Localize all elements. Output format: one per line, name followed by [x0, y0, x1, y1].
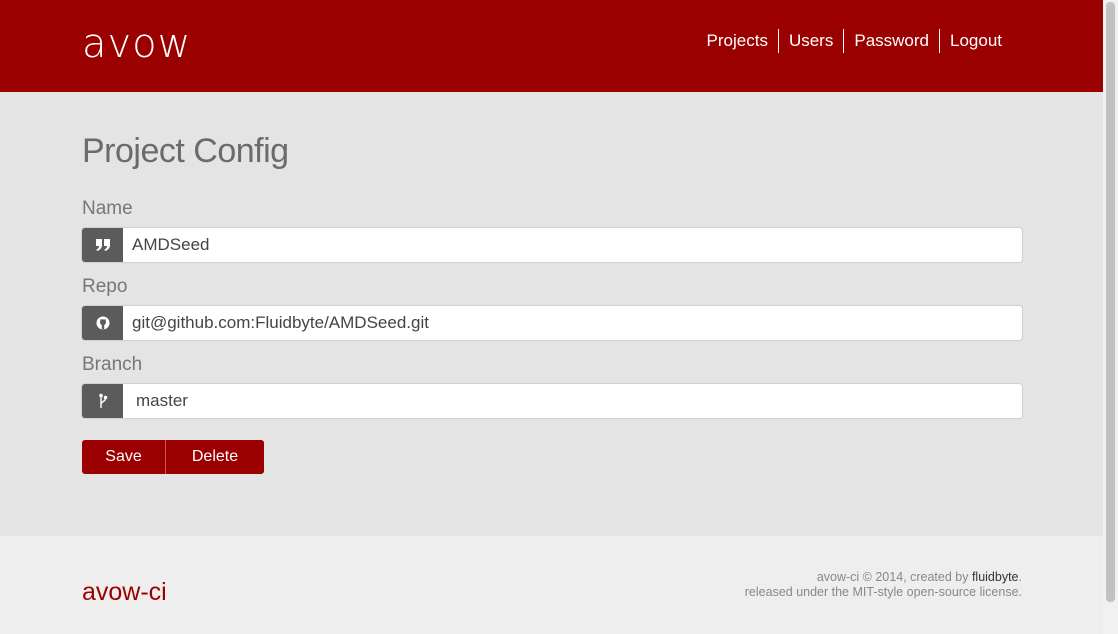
name-field-group [82, 228, 1022, 262]
branch-input[interactable] [123, 384, 1022, 418]
vertical-scrollbar[interactable] [1103, 0, 1118, 634]
footer-credits: avow-ci © 2014, created by fluidbyte. re… [745, 570, 1022, 600]
footer: avow-ci avow-ci © 2014, created by fluid… [0, 536, 1103, 634]
delete-button[interactable]: Delete [166, 440, 264, 474]
branch-field-group [82, 384, 1022, 418]
name-input[interactable] [123, 228, 1022, 262]
logo[interactable]: avow [82, 18, 191, 70]
repo-field-group [82, 306, 1022, 340]
github-icon [82, 306, 123, 340]
save-button[interactable]: Save [82, 440, 166, 474]
footer-credit-prefix: avow-ci © 2014, created by [816, 570, 972, 584]
branch-icon [82, 384, 123, 418]
header-bar: avow Projects Users Password Logout [0, 0, 1103, 92]
fluidbyte-link[interactable]: fluidbyte [972, 570, 1019, 584]
name-label: Name [82, 198, 133, 219]
nav-password-link[interactable]: Password [843, 29, 939, 53]
footer-credit-line: avow-ci © 2014, created by fluidbyte. [745, 570, 1022, 585]
nav-projects-link[interactable]: Projects [697, 29, 778, 53]
branch-label: Branch [82, 354, 143, 375]
footer-credit-suffix: . [1018, 570, 1022, 584]
main-content: Project Config Name Repo Branch [0, 92, 1103, 536]
footer-license-line: released under the MIT-style open-source… [744, 585, 1022, 599]
page: avow Projects Users Password Logout Proj… [0, 0, 1103, 634]
main-nav: Projects Users Password Logout [697, 29, 1012, 53]
footer-brand: avow-ci [82, 578, 167, 606]
scrollbar-thumb[interactable] [1106, 2, 1115, 602]
form-actions: Save Delete [82, 440, 264, 474]
nav-logout-link[interactable]: Logout [939, 29, 1012, 53]
repo-label: Repo [82, 276, 128, 297]
repo-input[interactable] [123, 306, 1022, 340]
quote-icon [82, 228, 123, 262]
nav-users-link[interactable]: Users [777, 29, 843, 53]
page-title: Project Config [82, 132, 289, 170]
